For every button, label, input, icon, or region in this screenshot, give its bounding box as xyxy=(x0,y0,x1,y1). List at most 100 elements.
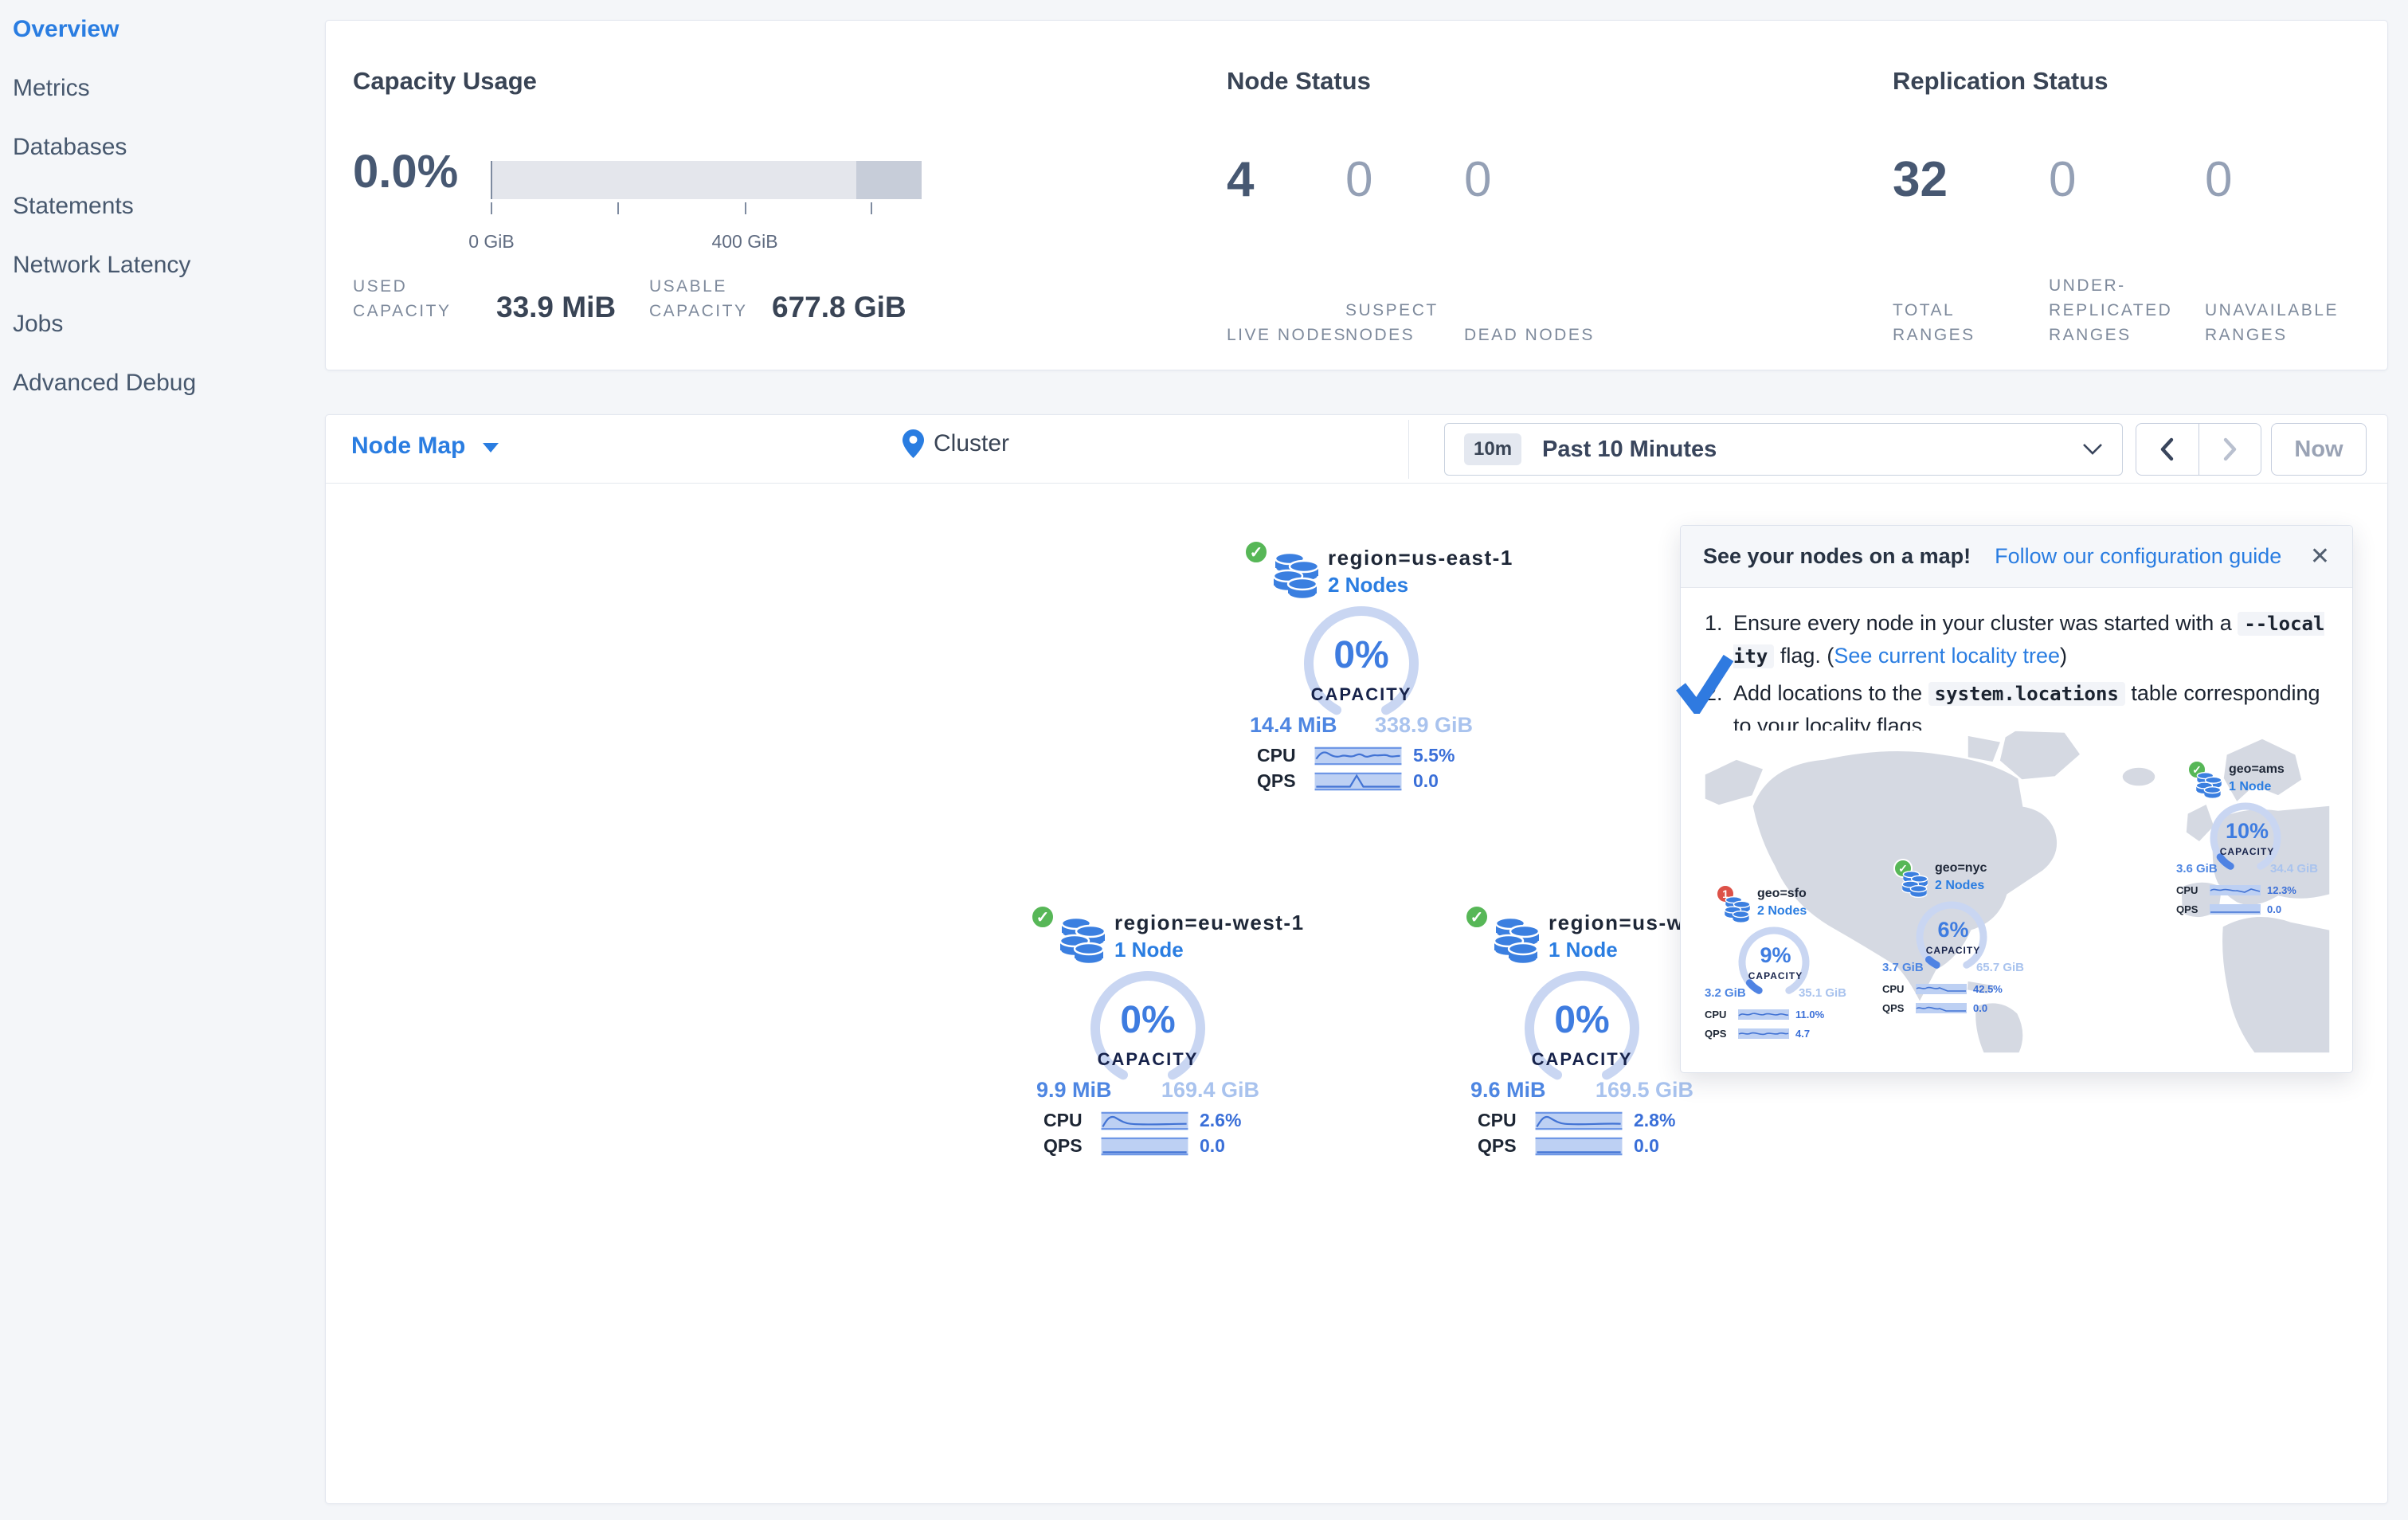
view-mode-label: Node Map xyxy=(351,433,466,459)
used-capacity-label: USED CAPACITY xyxy=(353,277,452,320)
sidebar-item-databases[interactable]: Databases xyxy=(0,118,315,177)
qps-label: QPS xyxy=(1043,1135,1083,1156)
unavailable-ranges-stat: 0 UNAVAILABLE RANGES xyxy=(2205,140,2361,347)
close-icon[interactable]: ✕ xyxy=(2310,544,2330,569)
database-icon xyxy=(2195,772,2222,799)
sidebar-item-jobs[interactable]: Jobs xyxy=(0,295,315,354)
breadcrumb-cluster-label: Cluster xyxy=(934,430,1010,456)
step-text-segment: flag. ( xyxy=(1774,644,1834,668)
map-node-used: 3.6 GiB xyxy=(2176,862,2218,876)
map-node-name: geo=sfo xyxy=(1757,887,1807,900)
live-nodes-value: 4 xyxy=(1227,152,1255,207)
capacity-label: CAPACITY xyxy=(1097,1049,1199,1069)
guide-step-1: 1. Ensure every node in your cluster was… xyxy=(1705,607,2332,672)
node-status-section: Node Status 4 LIVE NODES 0 SUSPECT NODES… xyxy=(1223,21,1780,371)
region-healthy-icon: ✓ xyxy=(1030,904,1055,930)
node-status-title: Node Status xyxy=(1227,67,1371,95)
map-node-used: 3.2 GiB xyxy=(1705,986,1746,1000)
dead-nodes-value: 0 xyxy=(1464,152,1492,207)
map-node-qps: 0.0 xyxy=(1973,1002,1988,1014)
qps-sparkline xyxy=(1738,1028,1789,1039)
map-node-capacity-percent: 10% xyxy=(2225,819,2269,843)
region-total-capacity: 338.9 GiB xyxy=(1374,713,1473,737)
time-pager xyxy=(2136,423,2261,476)
time-prev-button[interactable] xyxy=(2136,424,2199,475)
qps-sparkline xyxy=(1535,1137,1623,1155)
region-cpu-value: 2.8% xyxy=(1634,1110,1676,1130)
cpu-sparkline xyxy=(2210,885,2261,895)
region-nodes-link[interactable]: 2 Nodes xyxy=(1328,573,1408,597)
region-us-west-1: ✓ region=us-west-1 1 Node 0% CAPACITY 9.… xyxy=(1462,901,1737,1164)
region-nodes-link[interactable]: 1 Node xyxy=(1114,938,1184,962)
region-cpu-value: 2.6% xyxy=(1200,1110,1242,1130)
map-node-capacity-percent: 9% xyxy=(1760,943,1791,967)
cpu-sparkline xyxy=(1535,1111,1623,1130)
view-mode-dropdown[interactable]: Node Map xyxy=(351,433,499,460)
total-ranges-stat: 32 TOTAL RANGES xyxy=(1893,140,2049,347)
sidebar-item-statements[interactable]: Statements xyxy=(0,177,315,236)
region-capacity-percent: 0% xyxy=(1333,634,1389,676)
region-total-capacity: 169.5 GiB xyxy=(1595,1078,1693,1102)
qps-label: QPS xyxy=(1478,1135,1517,1156)
region-capacity-percent: 0% xyxy=(1120,999,1176,1041)
system-locations-code: system.locations xyxy=(1928,682,2125,706)
qps-label: QPS xyxy=(1705,1028,1727,1040)
usable-capacity-value: 677.8 GiB xyxy=(772,291,906,323)
region-used-capacity: 14.4 MiB xyxy=(1250,713,1337,737)
capacity-tick-400gib: 400 GiB xyxy=(711,231,778,252)
map-node-used: 3.7 GiB xyxy=(1882,961,1924,974)
suspect-nodes-stat: 0 SUSPECT NODES xyxy=(1345,140,1464,347)
region-healthy-icon: ✓ xyxy=(1464,904,1490,930)
suspect-nodes-value: 0 xyxy=(1345,152,1373,207)
region-qps-value: 0.0 xyxy=(1413,770,1439,791)
qps-sparkline xyxy=(1314,772,1402,790)
capacity-bar-used-fill xyxy=(491,161,492,199)
unavailable-ranges-value: 0 xyxy=(2205,152,2233,207)
database-icon xyxy=(1724,896,1751,923)
region-qps-value: 0.0 xyxy=(1634,1135,1659,1156)
database-icon xyxy=(1059,917,1106,965)
time-range-label: Past 10 Minutes xyxy=(1542,436,1717,462)
map-node-cpu: 42.5% xyxy=(1973,983,2003,995)
caret-down-icon xyxy=(483,443,499,452)
cpu-label: CPU xyxy=(2176,884,2199,896)
sidebar-item-overview[interactable]: Overview xyxy=(0,0,315,59)
region-nodes-link[interactable]: 1 Node xyxy=(1549,938,1618,962)
qps-label: QPS xyxy=(1882,1002,1905,1014)
map-node-total: 35.1 GiB xyxy=(1798,986,1846,1000)
sidebar-item-metrics[interactable]: Metrics xyxy=(0,59,315,118)
database-icon xyxy=(1272,552,1320,600)
capacity-label: CAPACITY xyxy=(2219,846,2275,857)
total-ranges-value: 32 xyxy=(1893,152,1948,207)
region-capacity-percent: 0% xyxy=(1554,999,1610,1041)
guide-configuration-link[interactable]: Follow our configuration guide xyxy=(1995,544,2281,569)
region-eu-west-1: ✓ region=eu-west-1 1 Node 0% CAPACITY 9.… xyxy=(1028,901,1303,1164)
time-range-dropdown[interactable]: 10m Past 10 Minutes xyxy=(1444,423,2123,476)
guide-title: See your nodes on a map! xyxy=(1703,544,1971,568)
region-total-capacity: 169.4 GiB xyxy=(1161,1078,1259,1102)
map-node-cpu: 12.3% xyxy=(2267,884,2296,896)
region-healthy-icon: ✓ xyxy=(1243,539,1269,565)
breadcrumb[interactable]: Cluster xyxy=(903,429,1009,458)
time-next-button[interactable] xyxy=(2198,424,2261,475)
locality-tree-link[interactable]: See current locality tree xyxy=(1834,644,2060,668)
map-node-cpu: 11.0% xyxy=(1795,1009,1825,1021)
qps-label: QPS xyxy=(1257,770,1296,791)
cpu-label: CPU xyxy=(1882,983,1905,995)
node-map-setup-guide: See your nodes on a map! Follow our conf… xyxy=(1676,525,2353,1073)
guide-example-map: 1 geo=sfo 2 Nodes 9% CAPACITY 3.2 GiB 35… xyxy=(1705,731,2330,1053)
map-node-name: geo=nyc xyxy=(1935,861,1987,875)
map-node-total: 34.4 GiB xyxy=(2269,862,2318,876)
sidebar: Overview Metrics Databases Statements Ne… xyxy=(0,0,315,1520)
qps-sparkline xyxy=(2210,904,2261,915)
region-qps-value: 0.0 xyxy=(1200,1135,1225,1156)
capacity-label: CAPACITY xyxy=(1925,945,1981,956)
chevron-down-icon xyxy=(2083,444,2102,455)
sidebar-item-network-latency[interactable]: Network Latency xyxy=(0,236,315,295)
live-nodes-stat: 4 LIVE NODES xyxy=(1227,140,1345,347)
sidebar-item-advanced-debug[interactable]: Advanced Debug xyxy=(0,354,315,413)
now-button[interactable]: Now xyxy=(2271,423,2367,476)
node-map-card: Node Map Cluster 10m Past 10 Minutes Now… xyxy=(325,414,2388,1504)
map-node-total: 65.7 GiB xyxy=(1975,961,2024,974)
capacity-label: CAPACITY xyxy=(1748,970,1803,981)
